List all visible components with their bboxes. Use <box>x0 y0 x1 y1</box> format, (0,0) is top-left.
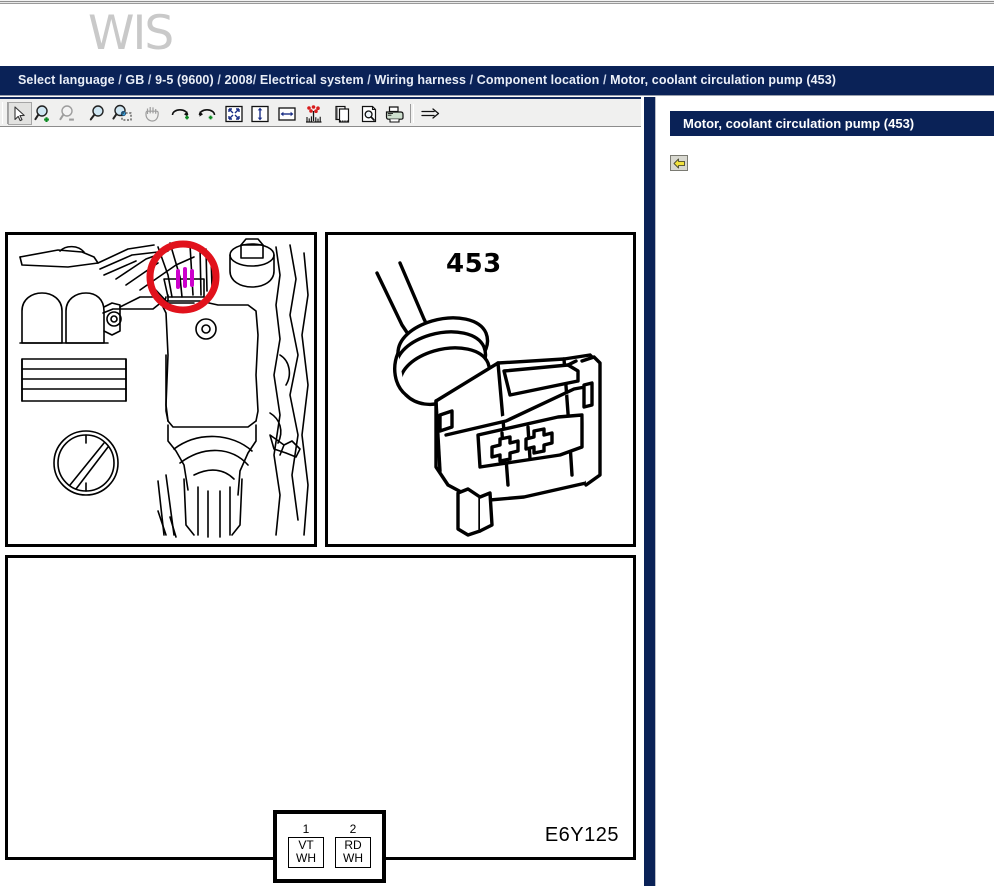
connector-number-label: 453 <box>446 249 502 279</box>
pane-splitter[interactable] <box>641 97 656 886</box>
pin-cell-1: 1 VT WH <box>288 823 324 868</box>
next-arrow-icon[interactable] <box>418 102 442 125</box>
pan-hand-icon[interactable] <box>140 102 164 125</box>
arrow-left-icon <box>673 158 685 168</box>
print-preview-icon[interactable] <box>357 102 381 125</box>
drawing-canvas[interactable]: 453 1 VT WH 2 RD WH E6Y125 <box>0 127 641 886</box>
fit-width-icon[interactable] <box>275 102 299 125</box>
pin-wire-color-secondary: WH <box>343 851 363 865</box>
print-icon[interactable] <box>383 102 407 125</box>
breadcrumb-item-current: Motor, coolant circulation pump (453) <box>610 73 837 87</box>
pin-number: 2 <box>349 822 357 836</box>
pin-number: 1 <box>302 822 310 836</box>
toolbar-separator <box>410 104 414 123</box>
breadcrumb-item-5[interactable]: Wiring harness <box>374 73 466 87</box>
zoom-in-icon[interactable] <box>32 102 56 125</box>
connector-drawing <box>375 261 602 537</box>
breadcrumb-item-1[interactable]: GB <box>125 73 144 87</box>
arrow-select-icon[interactable] <box>8 102 32 125</box>
component-location-drawing <box>19 238 309 538</box>
wis-application-window: WIS Select language / GB / 9-5 (9600) / … <box>0 0 994 886</box>
connector-illustration[interactable]: 453 <box>325 232 636 547</box>
info-pane-title: Motor, coolant circulation pump (453) <box>670 111 994 136</box>
zoom-icon[interactable] <box>86 102 110 125</box>
breadcrumb-bar: Select language / GB / 9-5 (9600) / 2008… <box>0 66 994 96</box>
drawing-code-label: E6Y125 <box>544 824 619 846</box>
breadcrumb[interactable]: Select language / GB / 9-5 (9600) / 2008… <box>18 66 836 95</box>
pin-cell-2: 2 RD WH <box>335 823 371 868</box>
wis-logo: WIS <box>88 6 174 61</box>
brand-area: WIS <box>0 4 994 66</box>
fit-height-icon[interactable] <box>248 102 272 125</box>
rotate-cw-icon[interactable] <box>168 102 192 125</box>
breadcrumb-item-2[interactable]: 9-5 (9600) <box>155 73 214 87</box>
zoom-area-icon[interactable] <box>111 102 135 125</box>
rotate-ccw-icon[interactable] <box>195 102 219 125</box>
component-location-illustration[interactable] <box>5 232 317 547</box>
fit-page-icon[interactable] <box>222 102 246 125</box>
document-viewer-pane: 453 1 VT WH 2 RD WH E6Y125 <box>0 97 641 886</box>
pin-wire-colors: RD WH <box>335 837 371 868</box>
info-pane: Motor, coolant circulation pump (453) <box>657 97 994 886</box>
breadcrumb-item-3[interactable]: 2008 <box>224 73 252 87</box>
pin-wire-colors: VT WH <box>288 837 324 868</box>
copy-page-icon[interactable] <box>331 102 355 125</box>
pin-wire-color-secondary: WH <box>296 851 316 865</box>
breadcrumb-item-6[interactable]: Component location <box>477 73 600 87</box>
zoom-out-icon[interactable] <box>57 102 81 125</box>
highlight-icon[interactable] <box>302 102 326 125</box>
back-button[interactable] <box>670 155 688 171</box>
viewer-toolbar <box>0 97 641 127</box>
pin-table: 1 VT WH 2 RD WH <box>273 810 386 883</box>
pinout-illustration[interactable]: 1 VT WH 2 RD WH E6Y125 <box>5 555 636 883</box>
breadcrumb-item-4[interactable]: Electrical system <box>260 73 364 87</box>
breadcrumb-item-0[interactable]: Select language <box>18 73 115 87</box>
